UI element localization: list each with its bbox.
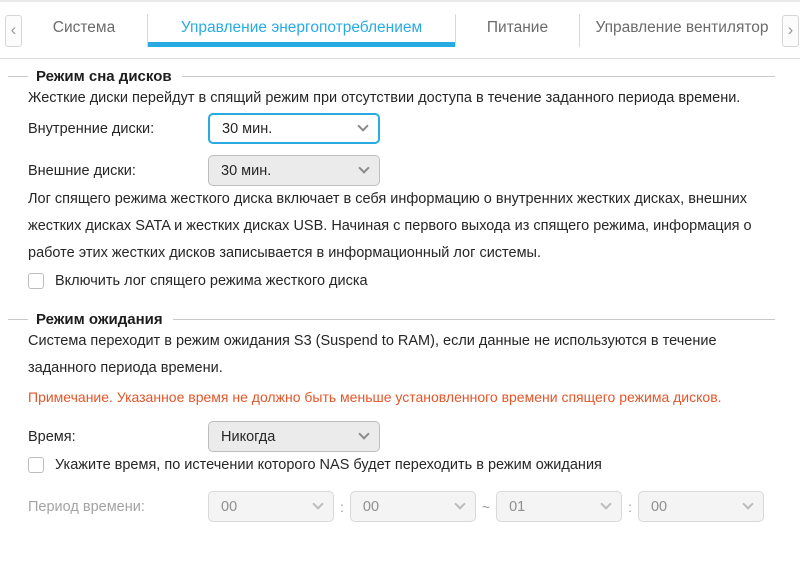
section-rule-right [182, 76, 775, 77]
chevron-down-icon [312, 498, 323, 509]
period-end-hour-value: 01 [509, 499, 525, 515]
chevron-down-icon [742, 498, 753, 509]
power-management-settings-page: ‹ Система Управление энергопотреблением … [0, 0, 800, 564]
chevron-right-icon: › [788, 21, 794, 38]
tab-scroll-left-button[interactable]: ‹ [5, 15, 22, 47]
standby-warning-note: Примечание. Указанное время не должно бы… [28, 387, 775, 407]
tab-system[interactable]: Система [21, 14, 148, 47]
enable-sleep-log-checkbox[interactable] [28, 273, 44, 289]
standby-time-label: Время: [28, 429, 208, 445]
time-colon-separator: : [340, 499, 344, 515]
chevron-down-icon [454, 498, 465, 509]
section-rule-left [8, 319, 28, 320]
period-start-minute-value: 00 [363, 499, 379, 515]
external-disks-select[interactable]: 30 мин. [208, 155, 380, 186]
period-end-minute-select: 00 [638, 491, 764, 522]
tab-scroll-right-button[interactable]: › [782, 15, 799, 47]
internal-disks-selected-value: 30 мин. [222, 121, 272, 137]
settings-content: Режим сна дисков Жесткие диски перейдут … [0, 68, 800, 522]
tab-power-management[interactable]: Управление энергопотреблением [148, 14, 456, 47]
section-title: Режим сна дисков [36, 68, 172, 85]
time-period-label: Период времени: [28, 499, 208, 515]
external-disks-row: Внешние диски: 30 мин. [28, 155, 775, 186]
tab-list: Система Управление энергопотреблением Пи… [21, 14, 784, 47]
time-colon-separator: : [628, 499, 632, 515]
disk-sleep-log-description: Лог спящего режима жесткого диска включа… [28, 186, 775, 267]
chevron-down-icon [358, 428, 369, 439]
chevron-left-icon: ‹ [11, 21, 17, 38]
standby-time-selected-value: Никогда [221, 429, 275, 445]
standby-time-select[interactable]: Никогда [208, 421, 380, 452]
enable-sleep-log-row: Включить лог спящего режима жесткого дис… [28, 273, 775, 289]
time-period-row: Период времени: 00 : 00 ~ 01 : 00 [28, 491, 775, 522]
chevron-down-icon [358, 162, 369, 173]
external-disks-label: Внешние диски: [28, 163, 208, 179]
internal-disks-row: Внутренние диски: 30 мин. [28, 113, 775, 144]
period-end-hour-select: 01 [496, 491, 622, 522]
tab-fan-control[interactable]: Управление вентилятор [580, 14, 784, 47]
standby-time-row: Время: Никогда [28, 421, 775, 452]
internal-disks-label: Внутренние диски: [28, 121, 208, 137]
standby-intro-text: Система переходит в режим ожидания S3 (S… [28, 328, 775, 382]
section-header-disk-sleep: Режим сна дисков [8, 68, 775, 85]
period-start-hour-value: 00 [221, 499, 237, 515]
tab-bar: ‹ Система Управление энергопотреблением … [0, 0, 800, 58]
section-rule-right [173, 319, 775, 320]
period-start-hour-select: 00 [208, 491, 334, 522]
section-header-standby: Режим ожидания [8, 311, 775, 328]
section-title: Режим ожидания [36, 311, 163, 328]
internal-disks-select[interactable]: 30 мин. [208, 113, 380, 144]
chevron-down-icon [357, 120, 368, 131]
tab-power[interactable]: Питание [456, 14, 580, 47]
external-disks-selected-value: 30 мин. [221, 163, 271, 179]
tabbar-divider [0, 58, 800, 59]
time-range-separator: ~ [482, 499, 490, 515]
enable-sleep-log-label[interactable]: Включить лог спящего режима жесткого дис… [55, 273, 368, 289]
specify-standby-time-row: Укажите время, по истечении которого NAS… [28, 457, 775, 473]
section-rule-left [8, 76, 28, 77]
chevron-down-icon [600, 498, 611, 509]
period-end-minute-value: 00 [651, 499, 667, 515]
specify-standby-time-label[interactable]: Укажите время, по истечении которого NAS… [55, 457, 602, 473]
period-start-minute-select: 00 [350, 491, 476, 522]
specify-standby-time-checkbox[interactable] [28, 457, 44, 473]
disk-sleep-intro-text: Жесткие диски перейдут в спящий режим пр… [28, 85, 775, 112]
